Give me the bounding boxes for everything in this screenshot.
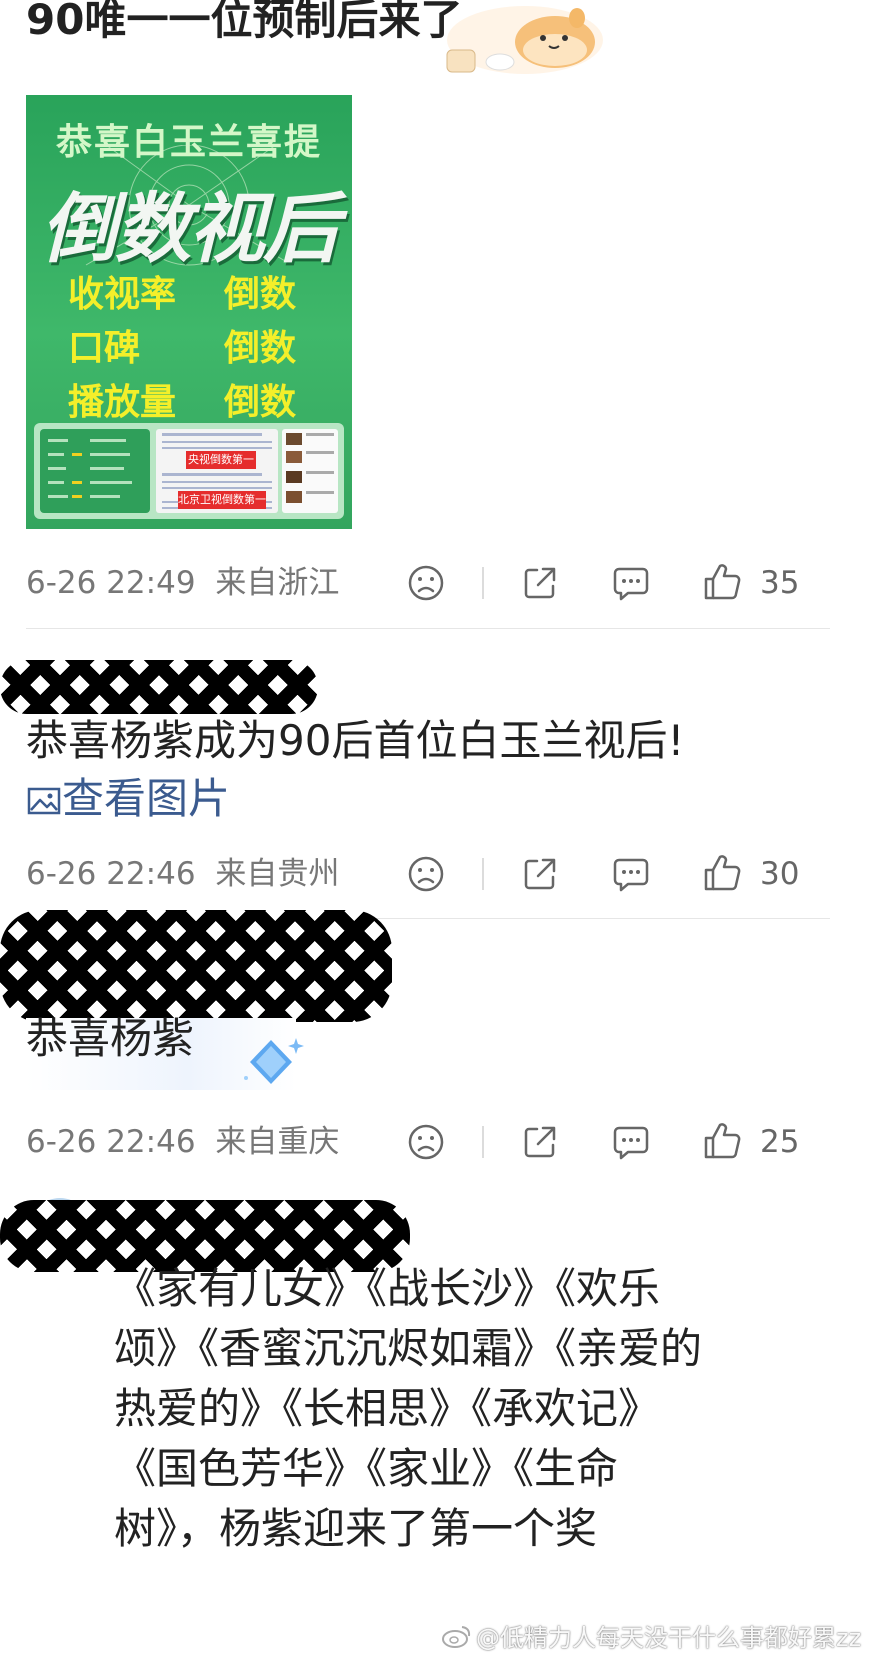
thumbs-up-icon[interactable]	[702, 561, 742, 603]
post-1-like-count: 35	[760, 565, 800, 601]
post-4-line-1: 《家有儿女》《战长沙》《欢乐	[114, 1264, 661, 1313]
thumbs-up-icon[interactable]	[702, 852, 742, 894]
post-4-line-5: 树》，杨紫迎来了第一个奖	[114, 1504, 598, 1553]
poster-mini-table-white: 央视倒数第一 北京卫视倒数第一	[156, 429, 278, 513]
poster-screenshots: 央视倒数第一 北京卫视倒数第一	[34, 423, 344, 519]
post-1-meta: 6-26 22:49 来自浙江	[26, 563, 339, 603]
post-3-location: 来自重庆	[215, 1124, 340, 1160]
divider-vertical	[482, 567, 484, 599]
redacted-username	[0, 910, 392, 1022]
post-4-line-2: 颂》《香蜜沉沉烬如霜》《亲爱的	[114, 1324, 703, 1373]
poster-red-label-1: 央视倒数第一	[186, 451, 256, 469]
divider-vertical	[482, 1126, 484, 1158]
poster-mini-photos	[282, 429, 338, 513]
poster-red-label-2: 北京卫视倒数第一	[178, 491, 266, 509]
poster-row-1-right: 倒数	[224, 273, 297, 315]
post-4-line-3: 热爱的》《长相思》《承欢记》	[114, 1384, 661, 1433]
sad-face-icon[interactable]	[406, 854, 446, 894]
post-3-meta: 6-26 22:46 来自重庆	[26, 1122, 339, 1162]
poster-headline: 倒数视后	[41, 184, 339, 273]
share-icon[interactable]	[520, 1122, 560, 1162]
comment-icon[interactable]	[611, 854, 651, 894]
poster-mini-table-green	[40, 429, 150, 513]
watermark-text: @低精力人每天没干什么事都好累zz	[476, 1624, 862, 1652]
thumbs-up-icon[interactable]	[702, 1120, 742, 1162]
post-1-location: 来自浙江	[215, 565, 340, 601]
post-2-meta: 6-26 22:46 来自贵州	[26, 854, 339, 894]
bread-dog-sticker-icon	[445, 0, 605, 78]
redacted-username	[0, 660, 318, 714]
post-3-time: 6-26 22:46	[26, 1124, 196, 1160]
comment-icon[interactable]	[611, 1122, 651, 1162]
poster-row-2-right: 倒数	[224, 327, 297, 369]
divider-vertical	[482, 858, 484, 890]
post-2-like-count: 30	[760, 856, 800, 892]
post-2-time: 6-26 22:46	[26, 856, 196, 892]
share-icon[interactable]	[520, 563, 560, 603]
sad-face-icon[interactable]	[406, 1122, 446, 1162]
post-divider	[26, 628, 830, 629]
comment-icon[interactable]	[611, 563, 651, 603]
view-image-link-label: 查看图片	[62, 774, 231, 823]
post-2-location: 来自贵州	[215, 856, 340, 892]
diamond-sticker-icon	[236, 1034, 306, 1092]
poster-row-3-left: 播放量	[68, 381, 177, 423]
post-image[interactable]: 恭喜白玉兰喜提 倒数视后 收视率 倒数 口碑 倒数 播放量 倒数 央视倒数第一 …	[26, 95, 352, 529]
poster-row-1-left: 收视率	[68, 273, 177, 315]
watermark: @低精力人每天没干什么事都好累zz	[442, 1618, 861, 1653]
poster-row-3-right: 倒数	[224, 381, 297, 423]
post-4-line-4: 《国色芳华》《家业》《生命	[114, 1444, 619, 1493]
view-image-link[interactable]: 查看图片	[26, 773, 230, 825]
weibo-logo-icon	[442, 1624, 472, 1648]
image-icon	[26, 784, 62, 818]
share-icon[interactable]	[520, 854, 560, 894]
post-1-text: 90唯一一位预制后来了	[26, 0, 463, 44]
poster-row-2-left: 口碑	[68, 327, 141, 369]
post-3-text: 恭喜杨紫	[26, 1014, 195, 1063]
post-3-like-count: 25	[760, 1124, 800, 1160]
sad-face-icon[interactable]	[406, 563, 446, 603]
post-1-time: 6-26 22:49	[26, 565, 196, 601]
post-2-text: 恭喜杨紫成为90后首位白玉兰视后!	[26, 716, 685, 765]
